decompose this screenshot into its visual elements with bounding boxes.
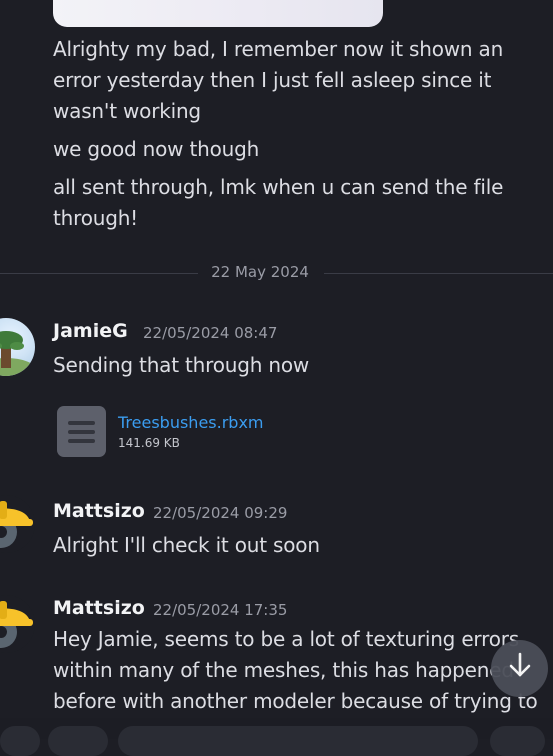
message-input[interactable] xyxy=(118,726,478,756)
attach-button[interactable] xyxy=(0,726,40,756)
attachment-size: 141.69 KB xyxy=(118,436,180,450)
message-timestamp: 22/05/2024 09:29 xyxy=(153,504,288,522)
date-divider: 22 May 2024 xyxy=(0,263,553,281)
date-divider-label: 22 May 2024 xyxy=(200,263,320,281)
message-text: Sending that through now xyxy=(53,353,310,377)
message-author[interactable]: JamieG xyxy=(53,320,128,342)
file-icon[interactable] xyxy=(57,406,106,457)
chat-input-bar xyxy=(0,718,553,756)
avatar[interactable] xyxy=(0,495,35,553)
scroll-to-bottom-button[interactable] xyxy=(491,640,548,697)
apps-button[interactable] xyxy=(48,726,108,756)
message-text: all sent through, lmk when u can send th… xyxy=(53,175,504,230)
avatar[interactable] xyxy=(0,595,35,653)
message-author[interactable]: Mattsizo xyxy=(53,500,145,522)
previous-attachment-card[interactable] xyxy=(53,0,383,27)
message-text: Alrighty my bad, I remember now it shown… xyxy=(53,37,504,123)
message-text: Alright I'll check it out soon xyxy=(53,533,320,557)
message-author[interactable]: Mattsizo xyxy=(53,597,145,619)
voice-button[interactable] xyxy=(490,726,545,756)
message-text: Hey Jamie, seems to be a lot of texturin… xyxy=(53,627,538,713)
message-text: we good now though xyxy=(53,137,260,161)
arrow-down-icon xyxy=(506,651,534,687)
message-timestamp: 22/05/2024 17:35 xyxy=(153,601,288,619)
avatar[interactable] xyxy=(0,318,35,376)
message-timestamp: 22/05/2024 08:47 xyxy=(143,324,278,342)
attachment-filename[interactable]: Treesbushes.rbxm xyxy=(118,413,264,432)
